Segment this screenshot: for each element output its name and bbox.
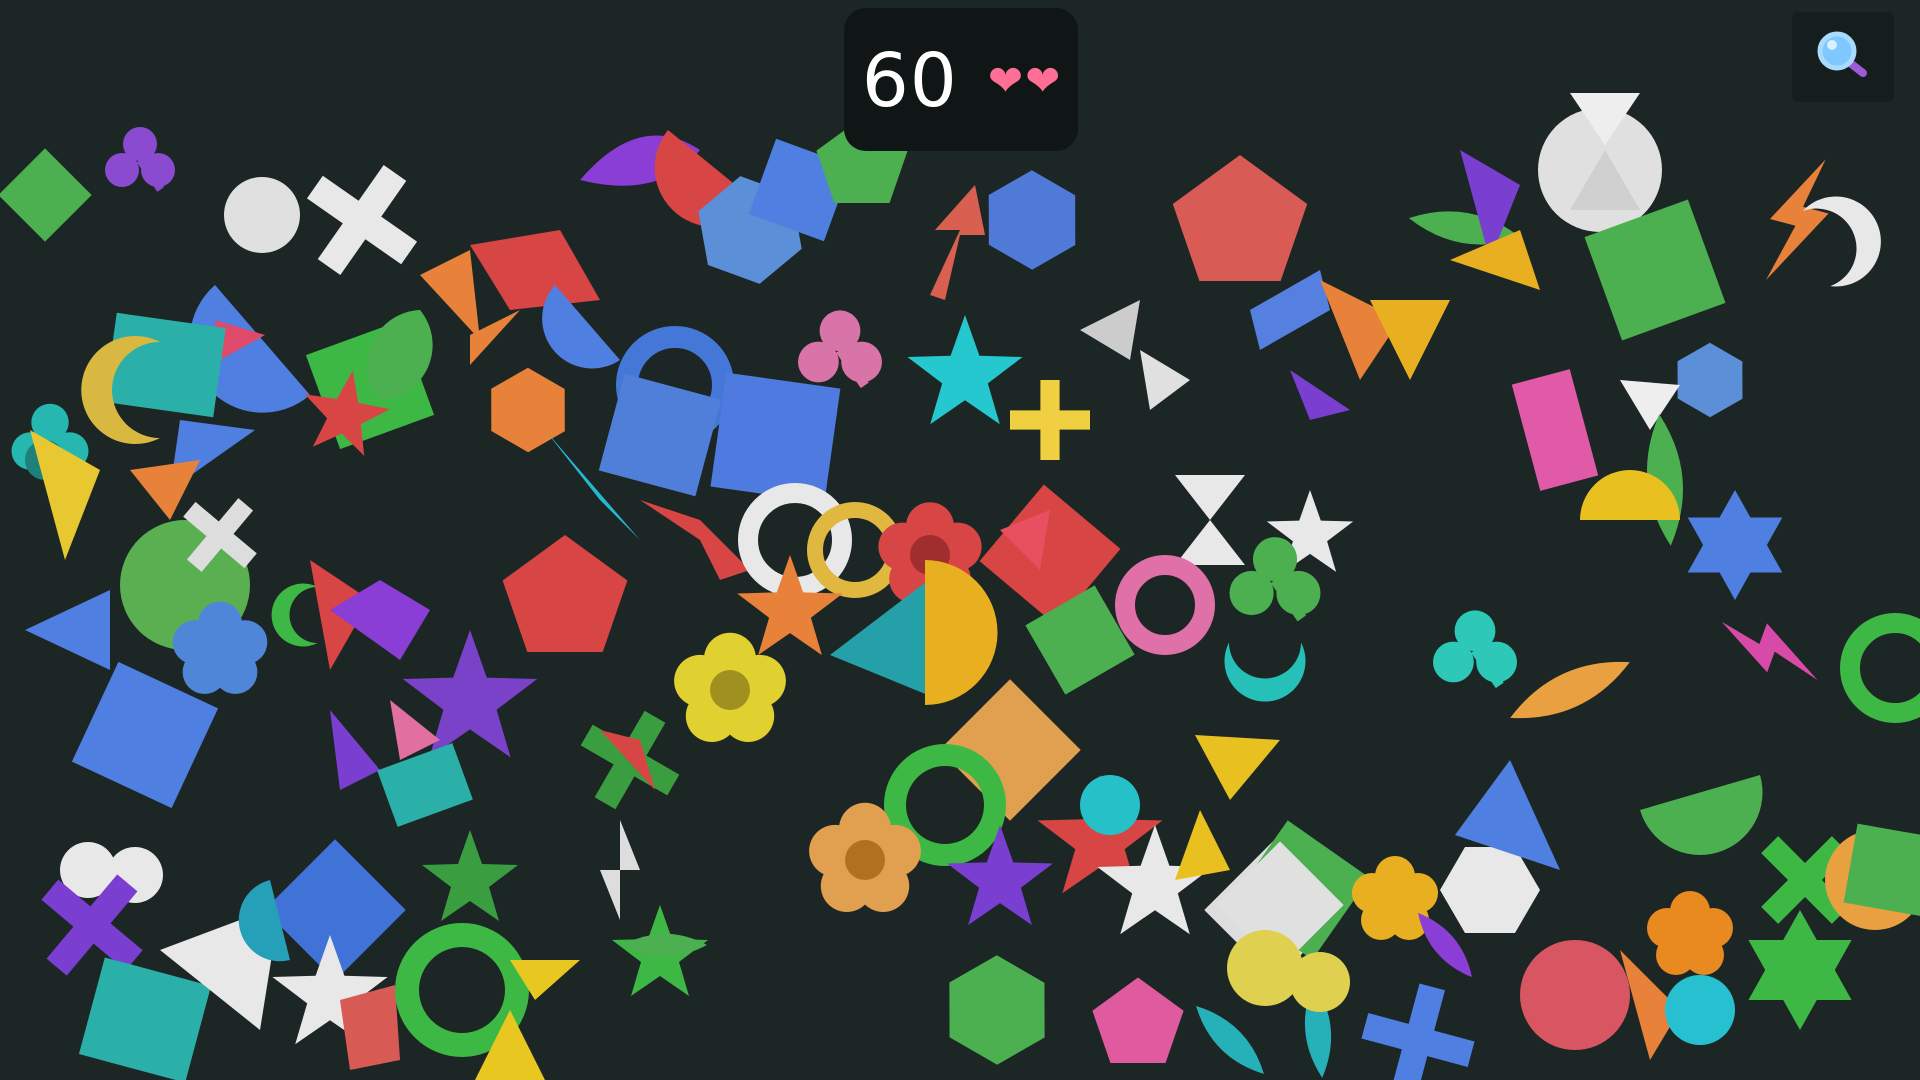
lives-display: ❤ ❤ — [987, 55, 1061, 105]
shape-board — [0, 93, 1920, 1080]
zoom-button[interactable] — [1792, 12, 1894, 102]
status-panel: 60 ❤ ❤ — [844, 8, 1078, 151]
heart-icon: ❤ — [987, 55, 1024, 105]
shape[interactable] — [0, 93, 1920, 1080]
magnifier-icon — [1817, 31, 1867, 77]
countdown-timer: 60 — [861, 37, 958, 124]
heart-icon: ❤ — [1025, 55, 1061, 105]
